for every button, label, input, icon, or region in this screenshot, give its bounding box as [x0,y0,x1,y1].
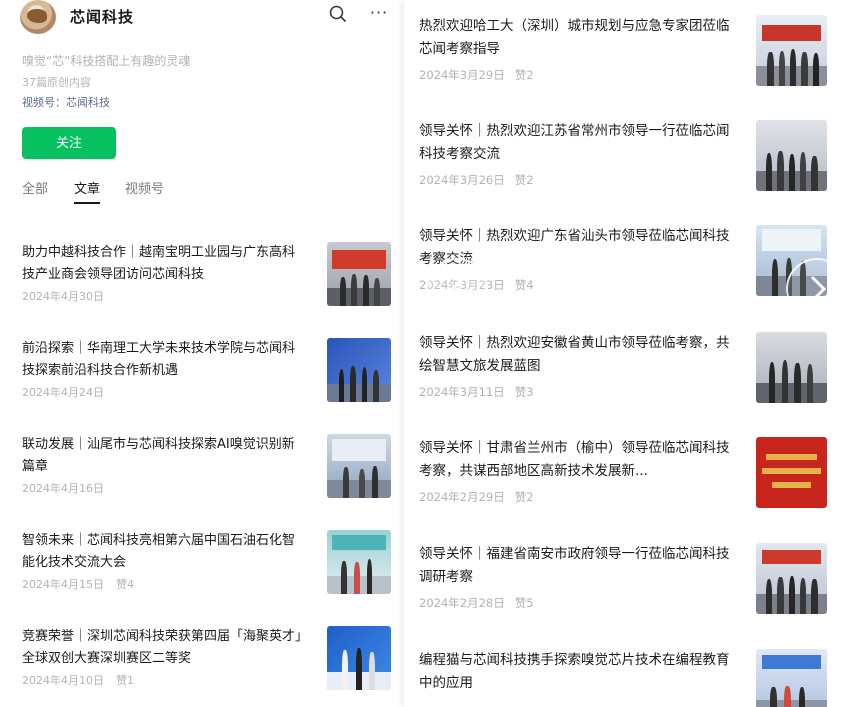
previous-page-button[interactable] [426,258,488,320]
article-list-panel: 热烈欢迎哈工大（深圳）城市规划与应急专家团莅临芯闻考察指导 2024年3月29日… [404,0,859,707]
article-meta: 2024年3月26日 赞2 [419,172,544,188]
article-list-item[interactable]: 竞赛荣誉｜深圳芯闻科技荣获第四届「海聚英才」全球双创大赛深圳赛区二等奖 2024… [22,626,392,690]
article-title: 编程猫与芯闻科技携手探索嗅觉芯片技术在编程教育中的应用 [419,652,730,691]
article-title: 前沿探索｜华南理工大学未来技术学院与芯闻科技探索前沿科技合作新机遇 [22,341,296,378]
article-likes: 赞3 [514,385,534,399]
more-icon[interactable]: ··· [368,4,390,26]
article-date: 2024年4月30日 [22,290,104,303]
article-title: 联动发展｜汕尾市与芯闻科技探索AI嗅觉识别新篇章 [22,437,295,474]
article-title: 领导关怀｜福建省南安市政府领导一行莅临芯闻科技调研考察 [419,546,730,585]
article-title: 领导关怀｜热烈欢迎安徽省黄山市领导莅临考察，共绘智慧文旅发展蓝图 [419,335,730,374]
article-meta: 2024年3月29日 赞2 [419,67,544,83]
article-thumbnail [327,242,391,306]
article-title: 智领未来｜芯闻科技亮相第六届中国石油石化智能化技术交流大会 [22,533,296,570]
account-signature: 嗅觉“芯”科技搭配上有趣的灵魂 [22,54,191,68]
article-thumbnail [756,543,827,614]
article-meta: 2024年4月30日 [22,288,116,304]
article-thumbnail [756,437,827,508]
article-likes: 赞5 [514,596,534,610]
tab-all[interactable]: 全部 [22,178,48,197]
channel-link[interactable]: 视频号：芯闻科技 [22,94,110,110]
article-title: 领导关怀｜热烈欢迎江苏省常州市领导一行莅临芯闻科技考察交流 [419,123,730,162]
article-meta: 2024年4月16日 [22,480,116,496]
article-list-item[interactable]: 前沿探索｜华南理工大学未来技术学院与芯闻科技探索前沿科技合作新机遇 2024年4… [22,338,392,402]
article-list-item[interactable]: 领导关怀｜甘肃省兰州市（榆中）领导莅临芯闻科技考察，共谋西部地区高新技术发展新.… [419,437,829,509]
article-date: 2024年3月26日 [419,173,505,187]
article-meta: 2024年3月11日 赞3 [419,384,544,400]
article-thumbnail [327,530,391,594]
article-title: 助力中越科技合作｜越南宝明工业园与广东高科技产业商会领导团访问芯闻科技 [22,245,296,282]
tab-videos[interactable]: 视频号 [125,178,164,197]
article-meta [419,701,439,707]
content-count: 37篇原创内容 [22,76,91,89]
article-list-item[interactable]: 热烈欢迎哈工大（深圳）城市规划与应急专家团莅临芯闻考察指导 2024年3月29日… [419,15,829,87]
article-thumbnail [327,434,391,498]
article-title: 竞赛荣誉｜深圳芯闻科技荣获第四届「海聚英才」全球双创大赛深圳赛区二等奖 [22,629,302,666]
search-icon[interactable] [328,4,350,26]
article-meta: 2024年4月15日 赞4 [22,576,146,592]
account-name: 芯闻科技 [70,8,135,26]
article-meta: 2024年2月28日 赞5 [419,595,544,611]
article-thumbnail [327,338,391,402]
article-likes: 赞4 [116,578,134,591]
article-likes: 赞2 [514,490,534,504]
account-header: 芯闻科技 ··· [20,0,394,34]
article-likes: 赞1 [116,674,134,687]
article-list-item[interactable]: 智领未来｜芯闻科技亮相第六届中国石油石化智能化技术交流大会 2024年4月15日… [22,530,392,594]
article-list-item[interactable]: 领导关怀｜福建省南安市政府领导一行莅临芯闻科技调研考察 2024年2月28日 赞5 [419,543,829,615]
article-date: 2024年2月28日 [419,596,505,610]
next-page-button[interactable] [786,258,848,320]
article-thumbnail [756,649,827,707]
article-thumbnail [756,332,827,403]
article-thumbnail [756,15,827,86]
article-date: 2024年2月29日 [419,490,505,504]
article-list-item[interactable]: 领导关怀｜热烈欢迎安徽省黄山市领导莅临考察，共绘智慧文旅发展蓝图 2024年3月… [419,332,829,404]
account-panel: 芯闻科技 ··· 嗅觉“芯”科技搭配上有趣的灵魂 37篇原创内容 视频号：芯闻科… [0,0,404,707]
article-date: 2024年4月16日 [22,482,104,495]
article-title: 领导关怀｜甘肃省兰州市（榆中）领导莅临芯闻科技考察，共谋西部地区高新技术发展新.… [419,440,730,479]
article-likes: 赞2 [514,173,534,187]
article-list-item[interactable]: 联动发展｜汕尾市与芯闻科技探索AI嗅觉识别新篇章 2024年4月16日 [22,434,392,498]
article-likes: 赞4 [514,278,534,292]
account-avatar[interactable] [20,0,56,34]
article-meta: 2024年4月10日 赞1 [22,672,146,688]
article-date: 2024年4月15日 [22,578,104,591]
article-date: 2024年4月10日 [22,674,104,687]
article-thumbnail [756,120,827,191]
article-date: 2024年3月29日 [419,68,505,82]
article-thumbnail [327,626,391,690]
article-likes: 赞2 [514,68,534,82]
article-date: 2024年4月24日 [22,386,104,399]
article-meta: 2024年2月29日 赞2 [419,489,544,505]
article-title: 热烈欢迎哈工大（深圳）城市规划与应急专家团莅临芯闻考察指导 [419,18,730,57]
article-list-item[interactable]: 领导关怀｜热烈欢迎江苏省常州市领导一行莅临芯闻科技考察交流 2024年3月26日… [419,120,829,192]
article-date: 2024年3月11日 [419,385,505,399]
article-list-item[interactable]: 助力中越科技合作｜越南宝明工业园与广东高科技产业商会领导团访问芯闻科技 2024… [22,242,392,306]
article-meta: 2024年4月24日 [22,384,116,400]
follow-button[interactable]: 关注 [22,127,116,159]
tab-articles[interactable]: 文章 [74,178,101,204]
article-list-item[interactable]: 编程猫与芯闻科技携手探索嗅觉芯片技术在编程教育中的应用 [419,649,829,707]
